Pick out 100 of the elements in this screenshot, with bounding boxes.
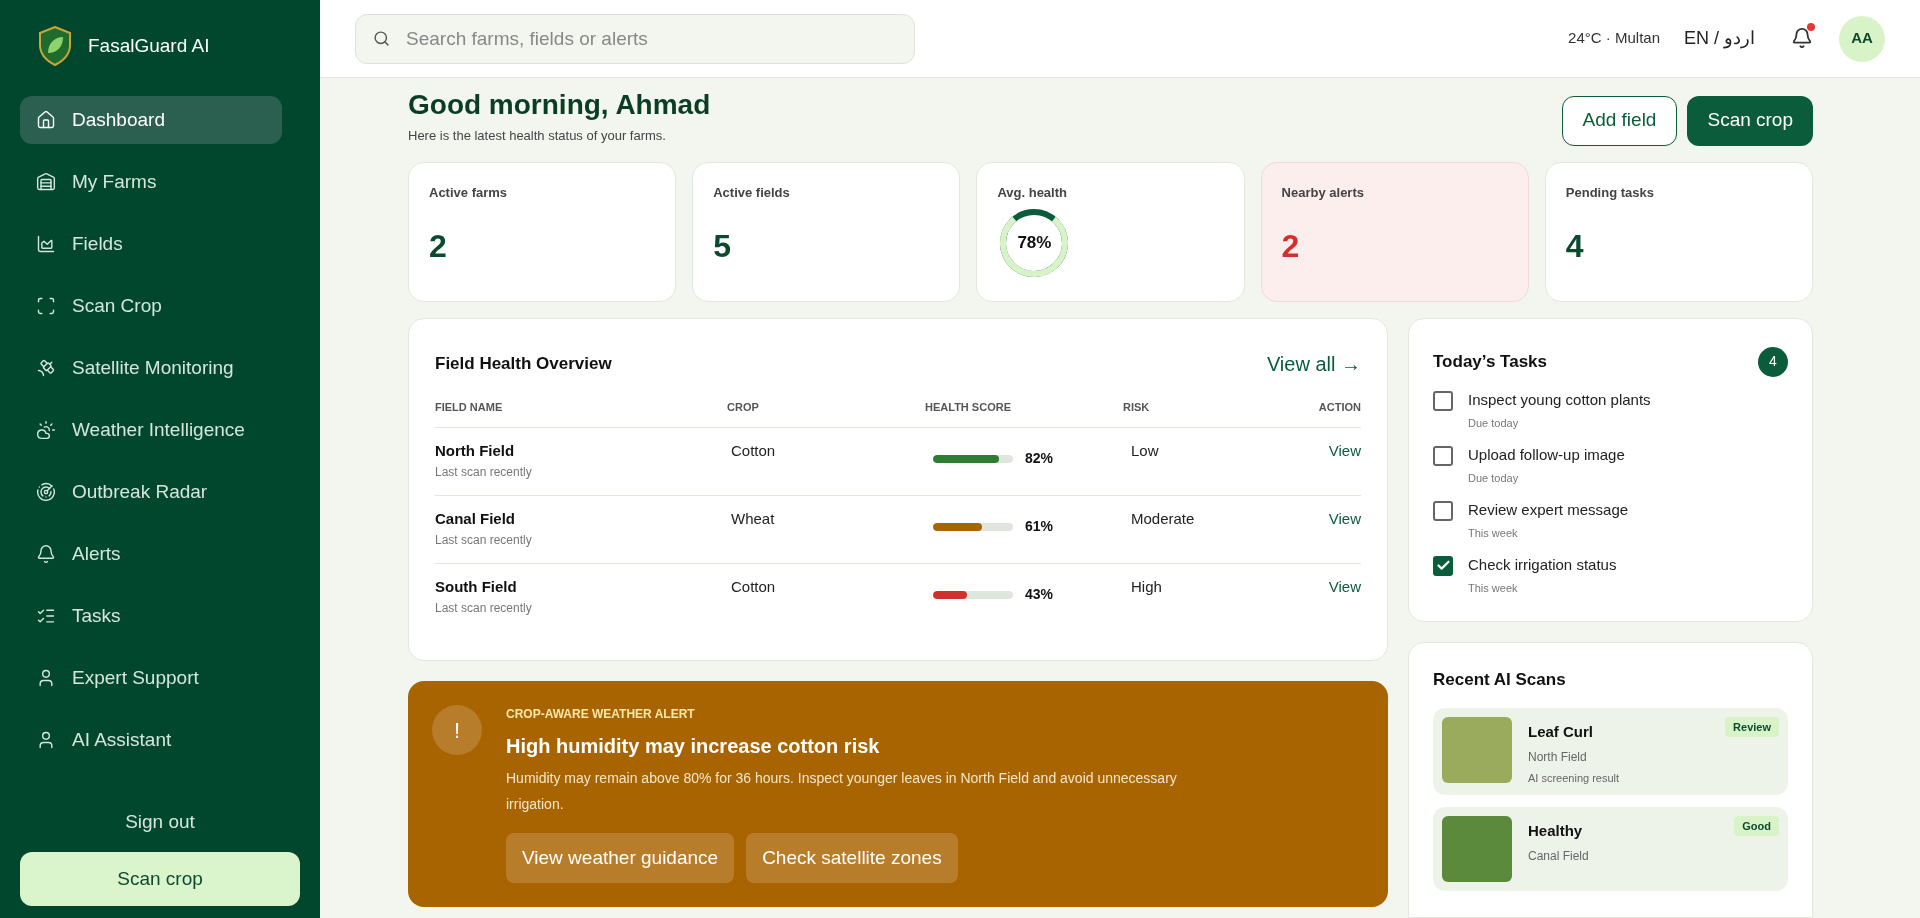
language-toggle[interactable]: EN / اردو	[1684, 25, 1755, 52]
task-checkbox[interactable]	[1433, 445, 1453, 466]
view-link[interactable]: View	[1328, 508, 1361, 531]
photo-placeholder	[1442, 717, 1512, 783]
nav-item[interactable]: My Farms	[20, 158, 282, 206]
notifications-button[interactable]	[1791, 26, 1815, 51]
field-name: South Field	[435, 577, 518, 597]
view-all-link[interactable]: View all →	[1266, 348, 1361, 379]
scan-title: Healthy	[1528, 821, 1584, 841]
task-label: Upload follow-up image	[1468, 444, 1625, 465]
alert-eyebrow: CROP-AWARE WEATHER ALERT	[506, 706, 696, 723]
table-cell-text: Wheat	[730, 509, 776, 529]
scan-field: North Field	[1528, 747, 1710, 766]
alert-badge: !	[432, 705, 482, 755]
table-cell-text: Cotton	[730, 441, 777, 461]
card-title: Field Health Overview	[435, 352, 612, 375]
alert-title: High humidity may increase cotton risk	[506, 734, 881, 759]
task-label: Check irrigation status	[1468, 554, 1617, 575]
nav-item[interactable]: AI Assistant	[20, 716, 282, 764]
chart-area-icon	[36, 234, 56, 254]
nav-item[interactable]: Alerts	[20, 530, 282, 578]
stat-label: Active fields	[713, 183, 791, 202]
user-avatar[interactable]: AA	[1839, 15, 1885, 62]
user-icon	[36, 668, 56, 688]
alert-action-button[interactable]: View weather guidance	[506, 833, 735, 883]
task-due: Due today	[1468, 416, 1520, 431]
task-checkbox[interactable]	[1433, 555, 1453, 576]
house-icon	[36, 110, 56, 130]
search-field[interactable]: Search farms, fields or alerts	[355, 13, 915, 64]
card-title: Recent AI Scans	[1433, 668, 1567, 691]
task-count-badge: 4	[1758, 346, 1788, 377]
nav-item[interactable]: Weather Intelligence	[20, 406, 282, 454]
bell-icon	[36, 544, 56, 564]
alert-message: Humidity may remain above 80% for 36 hours. Inspect younger leaves in North Field and avoid unnecessary irrigation.	[506, 769, 1178, 814]
stat-label: Avg. health	[997, 183, 1068, 202]
task-due: This week	[1468, 581, 1519, 596]
task-due: This week	[1468, 526, 1519, 541]
task-label: Review expert message	[1468, 499, 1629, 520]
stat-value: 4	[1565, 227, 1585, 266]
task-checkbox[interactable]	[1433, 390, 1453, 411]
add-field-button[interactable]: Add field	[1561, 95, 1678, 146]
scan-item[interactable]: Healthy Canal Field Good	[1433, 807, 1788, 891]
stat-label: Nearby alerts	[1281, 183, 1365, 202]
nav-item[interactable]: Expert Support	[20, 654, 282, 702]
stat-value: 2	[429, 227, 448, 266]
scan-note: Last scan recently	[435, 531, 533, 549]
nav-item[interactable]: Outbreak Radar	[20, 468, 282, 516]
nav-item[interactable]: Tasks	[20, 592, 282, 640]
stat-label: Active farms	[429, 183, 509, 202]
nav-item[interactable]: Dashboard	[20, 96, 282, 144]
stat-label: Pending tasks	[1565, 183, 1655, 202]
scan-title: Leaf Curl	[1528, 722, 1594, 742]
health-score: 43%	[1025, 585, 1054, 604]
table-cell-text: Moderate	[1130, 509, 1196, 529]
brand-name: FasalGuard AI	[88, 33, 210, 58]
scan-field: Canal Field	[1528, 846, 1719, 865]
scan-note: AI screening result	[1528, 770, 1621, 786]
scan-note: Last scan recently	[435, 599, 533, 617]
cloud-sun-icon	[36, 420, 56, 440]
photo-placeholder	[1442, 816, 1512, 882]
task-due: Due today	[1468, 471, 1520, 486]
view-link[interactable]: View	[1328, 576, 1361, 599]
radar-icon	[36, 482, 56, 502]
greeting-title: Good morning, Ahmad	[408, 88, 711, 122]
card-title: Today’s Tasks	[1433, 350, 1547, 373]
alert-action-button[interactable]: Check satellite zones	[746, 833, 958, 883]
column-header: ACTION	[1317, 399, 1361, 415]
scan-note: Last scan recently	[435, 463, 533, 481]
view-link[interactable]: View	[1328, 440, 1361, 463]
field-name: Canal Field	[435, 509, 517, 529]
scan-crop-button[interactable]: Scan crop	[1687, 95, 1813, 146]
nav-item[interactable]: Scan Crop	[20, 282, 282, 330]
column-header: CROP	[727, 399, 760, 415]
warehouse-icon	[36, 172, 56, 192]
bell-icon	[1791, 26, 1813, 49]
check-icon	[1435, 558, 1451, 573]
scan-crop-button[interactable]: Scan crop	[20, 852, 300, 906]
task-label: Inspect young cotton plants	[1468, 389, 1651, 410]
scan-item[interactable]: Leaf Curl North Field AI screening result Review	[1433, 708, 1788, 795]
task-checkbox[interactable]	[1433, 500, 1453, 521]
table-cell-text: Cotton	[730, 577, 777, 597]
health-score: 82%	[1025, 449, 1054, 468]
field-name: North Field	[435, 441, 516, 461]
status-badge: Review	[1725, 717, 1779, 737]
table-cell-text: High	[1130, 577, 1163, 597]
sign-out-link[interactable]: Sign out	[125, 807, 195, 836]
shield-leaf-logo-icon	[38, 26, 72, 66]
stat-value: 5	[713, 227, 732, 266]
greeting-subtitle: Here is the latest health status of your farms.	[408, 127, 667, 145]
status-badge: Good	[1734, 816, 1779, 836]
nav-item[interactable]: Satellite Monitoring	[20, 344, 282, 392]
satellite-icon	[36, 358, 56, 378]
nav-item[interactable]: Fields	[20, 220, 282, 268]
column-header: HEALTH SCORE	[925, 399, 1012, 415]
user-icon	[36, 730, 56, 750]
stat-value: 2	[1281, 227, 1301, 266]
weather-readout: 24°C · Multan	[1568, 28, 1660, 49]
scan-icon	[36, 296, 56, 316]
health-score: 61%	[1025, 517, 1054, 536]
table-cell-text: Low	[1130, 441, 1160, 461]
